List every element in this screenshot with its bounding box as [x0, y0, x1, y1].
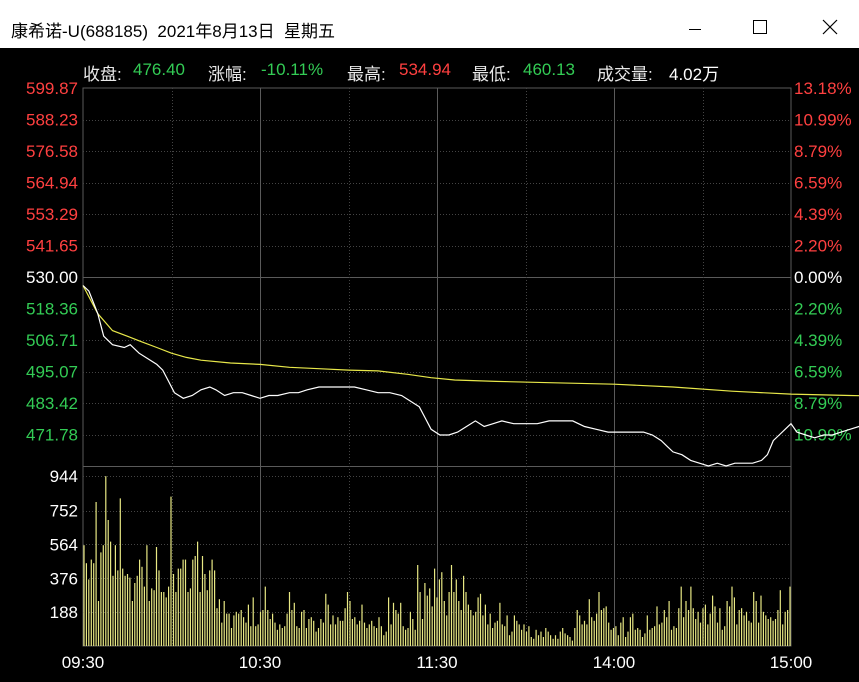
price-tick-label: 506.71: [26, 331, 78, 350]
volume-tick-label: 188: [50, 603, 78, 622]
percent-tick-label: 0.00%: [794, 268, 842, 287]
time-tick-label: 14:00: [593, 653, 636, 672]
price-tick-label: 518.36: [26, 300, 78, 319]
time-tick-label: 10:30: [239, 653, 282, 672]
price-tick-label: 553.29: [26, 205, 78, 224]
price-line: [82, 285, 859, 467]
price-axis-left: 599.87 588.23 576.58 564.94 553.29 541.65 530.…: [26, 79, 78, 445]
percent-tick-label: 13.18%: [794, 79, 852, 98]
percent-tick-label: 8.79%: [794, 142, 842, 161]
time-tick-label: 15:00: [770, 653, 813, 672]
percent-tick-label: 6.59%: [794, 363, 842, 382]
price-tick-label: 588.23: [26, 111, 78, 130]
price-tick-label: 530.00: [26, 268, 78, 287]
price-tick-label: 564.94: [26, 174, 78, 193]
price-tick-label: 483.42: [26, 394, 78, 413]
percent-tick-label: 4.39%: [794, 331, 842, 350]
percent-tick-label: 8.79%: [794, 394, 842, 413]
volume-axis: 944 752 564 376 188: [50, 467, 78, 622]
volume-tick-label: 752: [50, 502, 78, 521]
percent-tick-label: 6.59%: [794, 174, 842, 193]
time-tick-label: 11:30: [416, 653, 457, 672]
time-tick-label: 09:30: [62, 653, 105, 672]
percent-tick-label: 10.99%: [794, 111, 852, 130]
percent-axis-right: 13.18% 10.99% 8.79% 6.59% 4.39% 2.20% 0.00% 2.2…: [794, 79, 852, 445]
price-tick-label: 541.65: [26, 237, 78, 256]
intraday-chart: 599.87 588.23 576.58 564.94 553.29 541.65 530.…: [26, 79, 859, 672]
price-tick-label: 471.78: [26, 426, 78, 445]
volume-tick-label: 944: [50, 467, 78, 486]
percent-tick-label: 4.39%: [794, 205, 842, 224]
percent-tick-label: 2.20%: [794, 237, 842, 256]
price-lines: [82, 285, 859, 467]
price-tick-label: 495.07: [26, 363, 78, 382]
chart-grid: [82, 87, 792, 647]
percent-tick-label: 2.20%: [794, 300, 842, 319]
volume-tick-label: 564: [50, 535, 78, 554]
volume-tick-label: 376: [50, 569, 78, 588]
price-tick-label: 599.87: [26, 79, 78, 98]
time-axis: 09:30 10:30 11:30 14:00 15:00: [62, 653, 813, 672]
price-tick-label: 576.58: [26, 142, 78, 161]
